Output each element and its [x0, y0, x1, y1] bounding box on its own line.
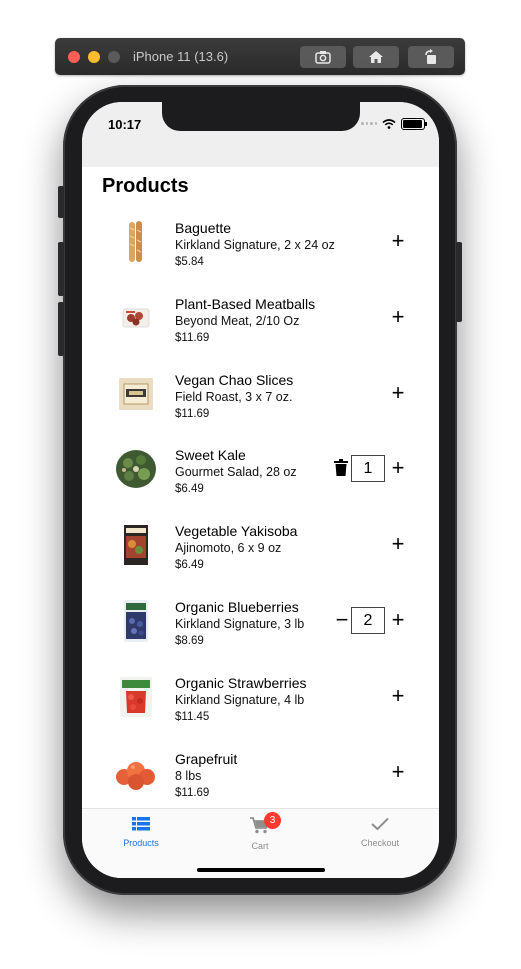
tab-products[interactable]: Products [101, 817, 181, 848]
remove-one-button[interactable]: − [332, 608, 352, 633]
product-price: $6.49 [175, 559, 204, 572]
battery-icon [401, 118, 427, 130]
product-name: Vegetable Yakisoba [175, 523, 298, 540]
product-price: $11.69 [175, 407, 210, 420]
device-screen: 10:17 Products Baguette Kirkland Signatu… [82, 102, 439, 878]
simulator-toolbar: iPhone 11 (13.6) [55, 38, 465, 75]
add-button[interactable]: + [388, 760, 408, 785]
product-detail: Ajinomoto, 6 x 9 oz [175, 541, 282, 556]
product-price: $6.49 [175, 483, 204, 496]
camera-icon [315, 51, 331, 64]
product-price: $11.69 [175, 331, 210, 344]
product-name: Organic Strawberries [175, 674, 307, 691]
product-row[interactable]: Grapefruit 8 lbs $11.69 + [82, 737, 439, 813]
product-detail: Kirkland Signature, 4 lb [175, 692, 305, 707]
home-icon [369, 51, 383, 63]
zoom-window-button[interactable] [108, 51, 120, 63]
blueberries-image [114, 599, 158, 643]
product-name: Vegan Chao Slices [175, 371, 294, 388]
close-window-button[interactable] [68, 51, 80, 63]
yakisoba-image [114, 523, 158, 567]
power-button [456, 242, 462, 322]
add-button[interactable]: + [388, 684, 408, 709]
quantity-field[interactable]: 1 [351, 455, 385, 483]
notch [162, 102, 360, 131]
home-button[interactable] [353, 46, 399, 68]
product-price: $11.69 [175, 786, 210, 799]
tab-checkout[interactable]: Checkout [340, 817, 420, 848]
cart-badge: 3 [264, 812, 281, 829]
list-icon [132, 817, 150, 831]
rotate-button[interactable] [408, 46, 454, 68]
product-name: Baguette [175, 220, 232, 236]
product-detail: 8 lbs [175, 768, 202, 783]
volume-up-button [58, 242, 64, 296]
home-indicator[interactable] [197, 868, 325, 872]
product-detail: Kirkland Signature, 2 x 24 oz [175, 238, 335, 252]
sweet-kale-image [114, 447, 158, 491]
checkmark-icon [371, 817, 389, 831]
baguette-image [114, 220, 158, 264]
product-price: $8.69 [175, 634, 204, 647]
add-button[interactable]: + [388, 230, 408, 254]
product-name: Grapefruit [175, 750, 238, 767]
tab-label: Checkout [360, 838, 400, 848]
meatballs-image [114, 296, 158, 340]
add-button[interactable]: + [388, 533, 408, 557]
product-name: Organic Blueberries [175, 598, 299, 615]
product-row[interactable]: Baguette Kirkland Signature, 2 x 24 oz $… [82, 206, 439, 282]
product-row[interactable]: Plant-Based Meatballs Beyond Meat, 2/10 … [82, 282, 439, 358]
trash-icon[interactable] [334, 459, 348, 477]
wifi-icon [382, 119, 396, 129]
product-name: Plant-Based Meatballs [175, 295, 316, 312]
product-price: $5.84 [175, 256, 204, 268]
product-price: $11.45 [175, 710, 210, 723]
quantity-field[interactable]: 2 [351, 606, 385, 634]
volume-down-button [58, 302, 64, 356]
strawberries-image [114, 675, 158, 719]
status-time: 10:17 [108, 117, 142, 132]
product-row[interactable]: Vegan Chao Slices Field Roast, 3 x 7 oz.… [82, 358, 439, 434]
tab-label: Cart [251, 841, 269, 851]
add-button[interactable]: + [388, 608, 408, 633]
product-detail: Gourmet Salad, 28 oz [175, 465, 297, 480]
page-title: Products [102, 175, 189, 197]
product-row[interactable]: Sweet Kale Gourmet Salad, 28 oz $6.49 1 … [82, 433, 439, 509]
product-row[interactable]: Vegetable Yakisoba Ajinomoto, 6 x 9 oz $… [82, 509, 439, 585]
product-detail: Field Roast, 3 x 7 oz. [175, 389, 293, 404]
add-button[interactable]: + [388, 305, 408, 330]
status-icons [361, 118, 427, 130]
grapefruit-image [114, 751, 158, 795]
product-row[interactable]: Organic Blueberries Kirkland Signature, … [82, 585, 439, 661]
rotate-icon [425, 49, 436, 64]
simulator-title: iPhone 11 (13.6) [133, 49, 229, 64]
product-detail: Beyond Meat, 2/10 Oz [175, 313, 300, 328]
tab-cart[interactable]: 3 Cart [220, 812, 300, 851]
product-detail: Kirkland Signature, 3 lb [175, 616, 305, 631]
tab-label: Products [123, 838, 159, 848]
cellular-signal-icon [361, 122, 377, 126]
product-row[interactable]: Organic Strawberries Kirkland Signature,… [82, 661, 439, 737]
mute-switch [58, 186, 64, 218]
product-name: Sweet Kale [175, 447, 246, 464]
screenshot-button[interactable] [300, 46, 346, 68]
chao-slices-image [114, 372, 158, 416]
minimize-window-button[interactable] [88, 51, 100, 63]
product-list: Baguette Kirkland Signature, 2 x 24 oz $… [82, 206, 439, 812]
add-button[interactable]: + [388, 381, 408, 406]
tab-bar: Products 3 Cart Checkout [82, 808, 439, 878]
add-button[interactable]: + [388, 457, 408, 481]
status-bar: 10:17 [82, 102, 439, 167]
